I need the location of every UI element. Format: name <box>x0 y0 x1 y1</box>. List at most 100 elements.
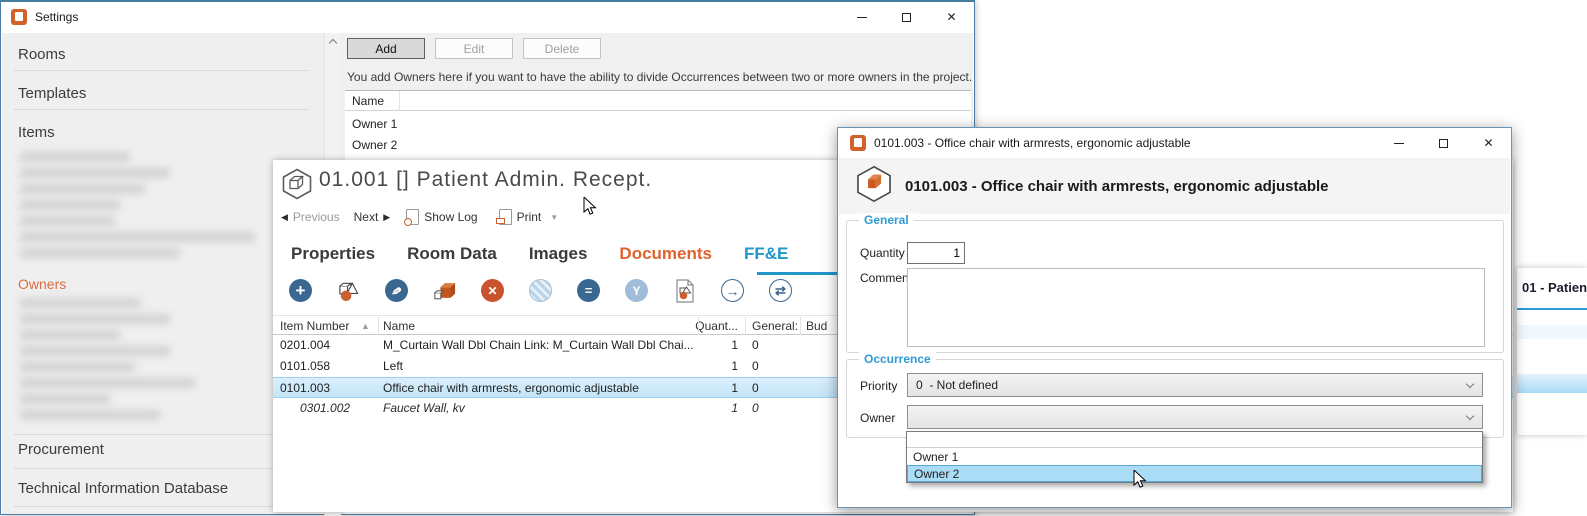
delete-button: Delete <box>523 38 601 59</box>
header-quantity[interactable]: Quant... <box>673 319 738 333</box>
previous-button[interactable]: Previous <box>293 210 340 224</box>
cell-general: 0 <box>752 359 759 373</box>
owners-name-column-header[interactable]: Name <box>352 94 384 108</box>
redacted-sidebar-item[interactable] <box>20 232 255 242</box>
minimize-icon <box>1394 143 1404 144</box>
new-from-item-list-icon[interactable] <box>337 279 360 302</box>
next-button[interactable]: Next <box>354 210 379 224</box>
comment-textarea[interactable] <box>907 268 1485 347</box>
sidebar-item-items[interactable]: Items <box>18 124 55 141</box>
sidebar-item-technical-information-database[interactable]: Technical Information Database <box>18 480 228 497</box>
tab-images[interactable]: Images <box>529 244 588 272</box>
tab-room-data[interactable]: Room Data <box>407 244 497 272</box>
dropdown-option-empty[interactable] <box>907 432 1482 448</box>
delete-item-icon[interactable]: ✕ <box>481 279 504 302</box>
redacted-sidebar-item[interactable] <box>20 314 170 324</box>
item-report-icon[interactable] <box>673 279 696 302</box>
maximize-icon <box>1439 139 1448 148</box>
redacted-sidebar-item[interactable] <box>20 248 180 258</box>
redacted-sidebar-item[interactable] <box>20 216 115 226</box>
edit-item-icon[interactable]: ✎ <box>385 279 408 302</box>
dropdown-option-owner-2[interactable]: Owner 2 <box>907 465 1482 482</box>
occurrence-groupbox: Occurrence Priority 0 - Not defined Owne… <box>846 359 1504 438</box>
room-icon <box>281 168 313 205</box>
maximize-button[interactable] <box>1421 128 1466 158</box>
divider <box>14 70 309 71</box>
redacted-sidebar-item[interactable] <box>20 410 160 420</box>
print-icon <box>499 209 512 225</box>
cell-general: 0 <box>752 401 759 415</box>
owner-select[interactable] <box>907 405 1483 429</box>
redacted-sidebar-item[interactable] <box>20 378 195 388</box>
tab-ffe[interactable]: FF&E <box>744 244 788 272</box>
quantity-input[interactable] <box>907 242 965 264</box>
tab-underline <box>1517 308 1587 310</box>
previous-arrow-icon[interactable]: ◀ <box>281 212 288 223</box>
row-band <box>1517 325 1587 339</box>
sidebar-item-owners[interactable]: Owners <box>18 276 66 292</box>
show-log-button[interactable]: Show Log <box>424 210 477 224</box>
redacted-sidebar-item[interactable] <box>20 362 135 372</box>
sync-items-icon[interactable]: ⇄ <box>769 279 792 302</box>
background-item-window-fragment: 01 - Patien <box>1517 268 1587 435</box>
cell-name: Office chair with armrests, ergonomic ad… <box>383 381 639 395</box>
item-hexagon-icon <box>855 165 893 208</box>
minimize-button[interactable] <box>839 2 884 32</box>
scroll-up-icon <box>329 39 337 47</box>
redacted-sidebar-item[interactable] <box>20 200 120 210</box>
selected-row-band <box>1517 374 1587 393</box>
cell-item-number: 0101.003 <box>280 381 330 395</box>
background-window-title-fragment: 01 - Patien <box>1522 280 1587 295</box>
print-dropdown-caret-icon[interactable]: ▼ <box>550 213 558 222</box>
add-button[interactable]: Add <box>347 38 425 59</box>
header-general[interactable]: General: <box>752 319 798 333</box>
owners-table-header[interactable]: Name <box>345 91 971 111</box>
header-budget[interactable]: Bud <box>806 319 827 333</box>
minimize-button[interactable] <box>1376 128 1421 158</box>
tab-documents[interactable]: Documents <box>619 244 712 272</box>
remove-item-icon[interactable]: = <box>577 279 600 302</box>
dialog-item-header: 0101.003 - Office chair with armrests, e… <box>905 178 1329 195</box>
dialog-titlebar[interactable]: 0101.003 - Office chair with armrests, e… <box>838 128 1511 158</box>
print-button[interactable]: Print <box>517 210 542 224</box>
redacted-sidebar-item[interactable] <box>20 152 130 162</box>
redacted-sidebar-item[interactable] <box>20 168 170 178</box>
next-arrow-icon[interactable]: ▶ <box>383 212 390 223</box>
cell-quantity: 1 <box>673 338 738 352</box>
cell-name: Faucet Wall, kv <box>383 401 465 415</box>
occurrence-legend: Occurrence <box>859 352 936 366</box>
redacted-sidebar-item[interactable] <box>20 346 170 356</box>
cell-name: Left <box>383 359 403 373</box>
redacted-sidebar-item[interactable] <box>20 330 120 340</box>
header-name[interactable]: Name <box>383 319 415 333</box>
dropdown-option-owner-1[interactable]: Owner 1 <box>907 448 1482 465</box>
sidebar-item-rooms[interactable]: Rooms <box>18 46 66 63</box>
priority-select[interactable]: 0 - Not defined <box>907 373 1483 397</box>
owner-row[interactable]: Owner 2 <box>352 138 397 152</box>
settings-window-title: Settings <box>35 10 78 24</box>
sidebar-item-procurement[interactable]: Procurement <box>18 441 104 458</box>
cell-item-number: 0301.002 <box>300 401 350 415</box>
mouse-cursor <box>583 197 602 221</box>
add-item-icon[interactable]: + <box>289 279 312 302</box>
cell-quantity: 1 <box>673 381 738 395</box>
owner-row[interactable]: Owner 1 <box>352 117 397 131</box>
close-button[interactable]: ✕ <box>1466 128 1511 158</box>
divider <box>14 506 309 507</box>
copy-item-icon[interactable] <box>433 279 456 302</box>
close-button[interactable]: ✕ <box>929 2 974 32</box>
cell-quantity: 1 <box>673 359 738 373</box>
sort-ascending-icon[interactable]: ▲ <box>361 321 370 331</box>
priority-value: 0 - Not defined <box>916 378 998 392</box>
redacted-sidebar-item[interactable] <box>20 394 110 404</box>
redacted-sidebar-item[interactable] <box>20 298 140 308</box>
header-item-number[interactable]: Item Number <box>280 319 349 333</box>
divider <box>14 434 309 435</box>
maximize-button[interactable] <box>884 2 929 32</box>
tab-properties[interactable]: Properties <box>291 244 375 272</box>
priority-label: Priority <box>860 379 897 393</box>
redacted-sidebar-item[interactable] <box>20 184 145 194</box>
go-to-item-icon[interactable]: → <box>721 279 744 302</box>
settings-titlebar[interactable]: Settings ✕ <box>1 2 974 32</box>
sidebar-item-templates[interactable]: Templates <box>18 85 86 102</box>
